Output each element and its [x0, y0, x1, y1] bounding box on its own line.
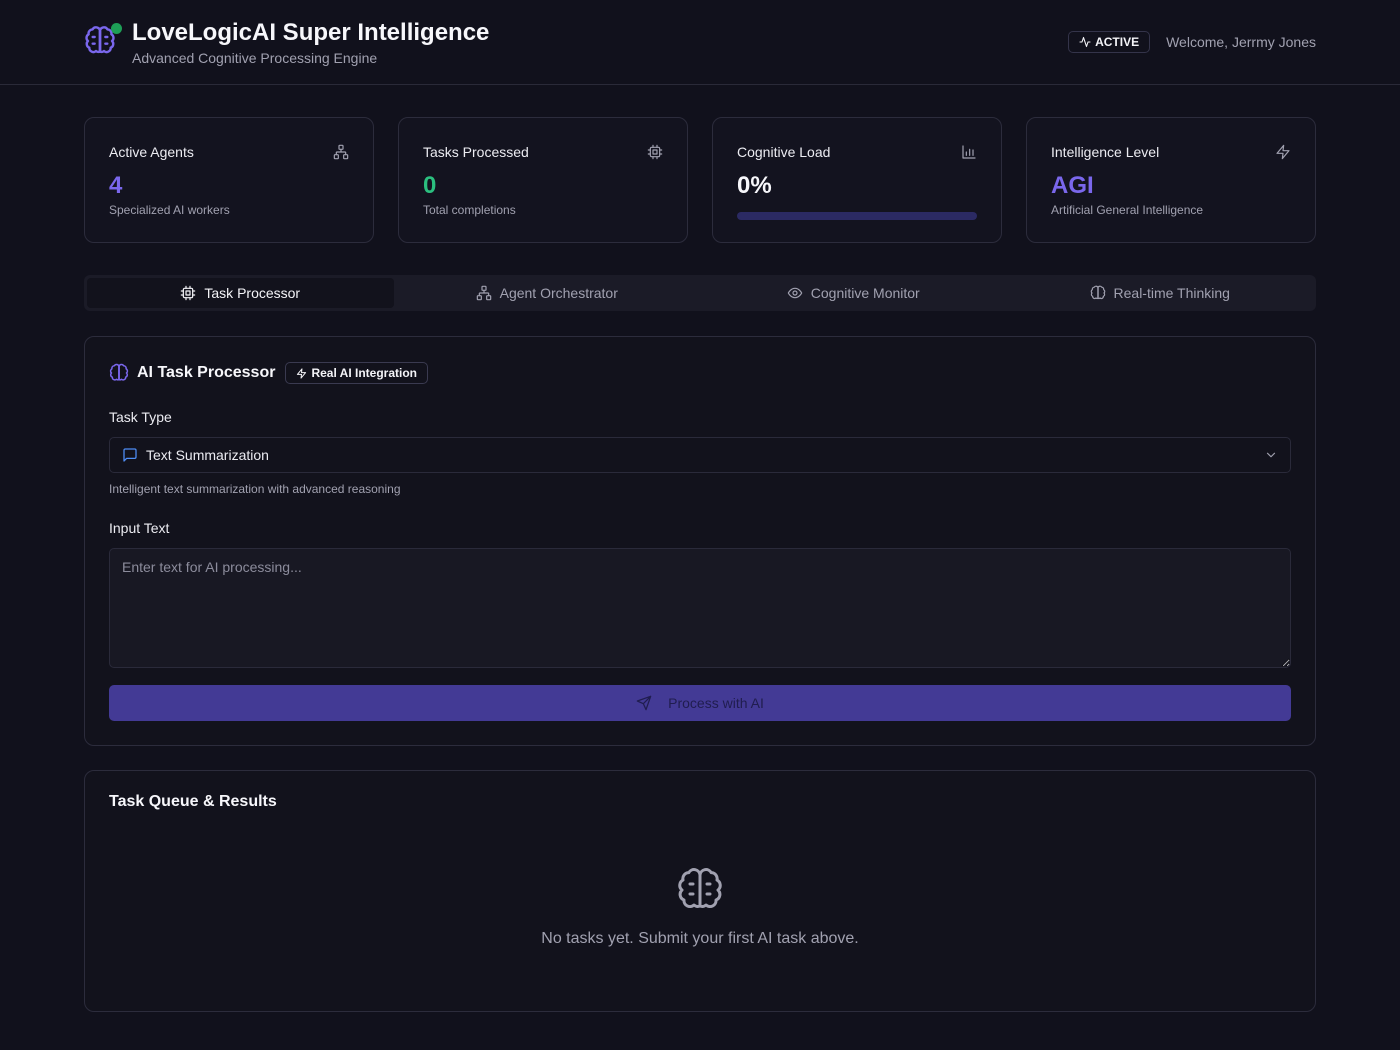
task-type-select[interactable]: Text Summarization [109, 437, 1291, 473]
brain-icon [109, 363, 129, 381]
stat-value: 4 [109, 172, 123, 199]
cognitive-load-progress [737, 212, 977, 220]
app-subtitle: Advanced Cognitive Processing Engine [132, 50, 378, 66]
stat-value: 0% [737, 172, 772, 199]
stat-card-cognitive-load: Cognitive Load 0% [712, 117, 1002, 243]
tab-label: Cognitive Monitor [810, 285, 920, 301]
brand: LoveLogicAI Super Intelligence Advanced … [84, 18, 489, 66]
tab-bar: Task Processor Agent Orchestrator Cognit… [84, 275, 1316, 311]
panel-title: AI Task Processor [137, 364, 276, 381]
queue-title: Task Queue & Results [109, 793, 277, 810]
tab-cognitive-monitor[interactable]: Cognitive Monitor [700, 278, 1007, 308]
stat-label: Cognitive Load [737, 144, 831, 160]
stat-value: AGI [1051, 172, 1094, 199]
task-type-label: Task Type [109, 409, 172, 425]
tab-agent-orchestrator[interactable]: Agent Orchestrator [394, 278, 701, 308]
badge-text: Real AI Integration [311, 366, 418, 380]
stat-label: Active Agents [109, 144, 194, 160]
stat-note: Artificial General Intelligence [1051, 203, 1204, 217]
integration-badge: Real AI Integration [285, 362, 429, 384]
input-text-label: Input Text [109, 520, 170, 536]
network-icon [333, 144, 349, 160]
brain-icon [678, 868, 722, 908]
stat-card-tasks-processed: Tasks Processed 0 Total completions [398, 117, 688, 243]
button-label: Process with AI [668, 695, 764, 711]
brain-icon [1090, 285, 1105, 300]
task-processor-panel: AI Task Processor Real AI Integration Ta… [84, 336, 1316, 746]
cpu-icon [181, 285, 196, 301]
bar-chart-icon [962, 145, 976, 159]
stat-label: Intelligence Level [1051, 144, 1160, 160]
tab-label: Real-time Thinking [1113, 285, 1230, 301]
cpu-icon [647, 144, 663, 160]
message-icon [123, 448, 137, 462]
empty-state-text: No tasks yet. Submit your first AI task … [541, 930, 859, 947]
stat-card-active-agents: Active Agents 4 Specialized AI workers [84, 117, 374, 243]
tab-label: Agent Orchestrator [499, 285, 618, 301]
status-text: ACTIVE [1095, 35, 1140, 49]
empty-state: No tasks yet. Submit your first AI task … [109, 866, 1291, 948]
task-type-hint: Intelligent text summarization with adva… [109, 482, 401, 496]
tab-task-processor[interactable]: Task Processor [87, 278, 394, 308]
eye-icon [787, 287, 803, 299]
tab-label: Task Processor [204, 285, 301, 301]
input-text-area[interactable] [109, 548, 1291, 668]
app-header: LoveLogicAI Super Intelligence Advanced … [0, 0, 1400, 85]
stat-card-intelligence-level: Intelligence Level AGI Artificial Genera… [1026, 117, 1316, 243]
activity-icon [1079, 36, 1091, 48]
task-queue-panel: Task Queue & Results No tasks yet. Submi… [84, 770, 1316, 1012]
status-badge: ACTIVE [1068, 31, 1151, 53]
network-icon [476, 285, 491, 301]
tab-real-time-thinking[interactable]: Real-time Thinking [1007, 278, 1314, 308]
chevron-down-icon [1266, 452, 1276, 458]
stat-note: Specialized AI workers [109, 203, 230, 217]
lightning-icon [1276, 144, 1290, 160]
stats-row: Active Agents 4 Specialized AI workers T… [0, 85, 1400, 243]
logo [84, 23, 122, 59]
panel-header: AI Task Processor Real AI Integration [109, 361, 1291, 385]
stat-note: Total completions [423, 203, 516, 217]
stat-value: 0 [423, 172, 437, 199]
lightning-icon [297, 367, 307, 379]
process-with-ai-button[interactable]: Process with AI [109, 685, 1291, 721]
welcome-text: Welcome, Jerrmy Jones [1166, 34, 1316, 50]
app-title: LoveLogicAI Super Intelligence [132, 19, 490, 46]
send-icon [636, 695, 652, 711]
task-type-value: Text Summarization [146, 447, 269, 463]
online-status-dot [111, 23, 122, 34]
stat-label: Tasks Processed [423, 144, 529, 160]
